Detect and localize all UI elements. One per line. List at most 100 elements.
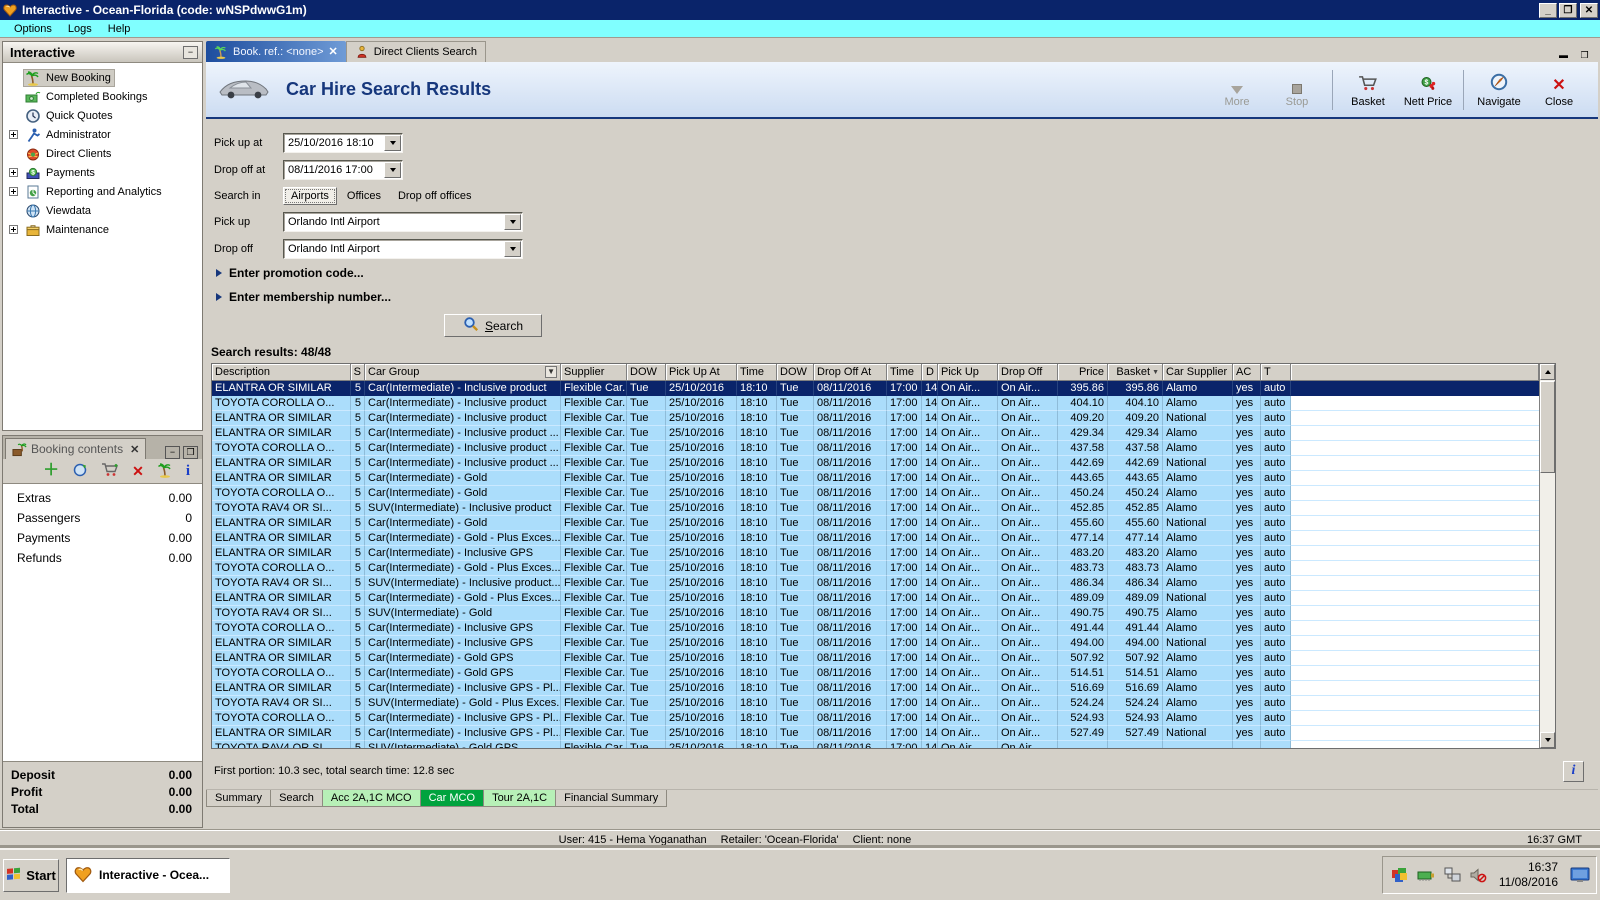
- table-row[interactable]: ELANTRA OR SIMILAR5Car(Intermediate) - G…: [212, 651, 1539, 666]
- delete-icon[interactable]: ✕: [132, 463, 144, 480]
- pickup-combo[interactable]: Orlando Intl Airport: [283, 212, 523, 232]
- sidebar-item-direct-clients[interactable]: Direct Clients: [3, 144, 202, 163]
- panel-minimize-button[interactable]: −: [165, 446, 180, 459]
- pickup-at-combo[interactable]: 25/10/2016 18:10: [283, 133, 403, 153]
- scroll-up-button[interactable]: [1540, 364, 1555, 380]
- tab-financial-summary[interactable]: Financial Summary: [556, 790, 667, 807]
- column-header-car-supplier[interactable]: Car Supplier: [1163, 364, 1233, 381]
- start-button[interactable]: Start: [3, 859, 59, 892]
- menu-options[interactable]: Options: [6, 22, 60, 36]
- tab-direct-clients-search[interactable]: Direct Clients Search: [346, 41, 486, 62]
- sidebar-item-payments[interactable]: $Payments: [3, 163, 202, 182]
- sidebar-item-viewdata[interactable]: Viewdata: [3, 201, 202, 220]
- search-button[interactable]: Search: [444, 314, 542, 337]
- taskbar-clock[interactable]: 16:37 11/08/2016: [1495, 860, 1562, 890]
- show-desktop-icon[interactable]: [1570, 866, 1588, 884]
- table-row[interactable]: TOYOTA RAV4 OR SI...5SUV(Intermediate) -…: [212, 696, 1539, 711]
- list-item[interactable]: Payments0.00: [3, 528, 202, 548]
- expand-icon[interactable]: [9, 168, 18, 177]
- column-header-supplier[interactable]: Supplier: [561, 364, 627, 381]
- scroll-down-button[interactable]: [1540, 732, 1555, 748]
- info-button[interactable]: i: [1563, 761, 1584, 782]
- panel-maximize-button[interactable]: ❒: [183, 446, 198, 459]
- area-maximize-button[interactable]: ❒: [1577, 49, 1592, 62]
- column-header-drop-off[interactable]: Drop Off: [998, 364, 1058, 381]
- list-item[interactable]: Passengers0: [3, 508, 202, 528]
- tab-booking-ref[interactable]: Book. ref.: <none> ✕: [206, 41, 346, 62]
- dropdown-arrow-icon[interactable]: [504, 214, 521, 230]
- table-row[interactable]: TOYOTA COROLLA O...5Car(Intermediate) - …: [212, 621, 1539, 636]
- minimize-button[interactable]: _: [1539, 3, 1557, 18]
- table-row[interactable]: ELANTRA OR SIMILAR5Car(Intermediate) - G…: [212, 531, 1539, 546]
- network-status-tray-icon[interactable]: [1443, 866, 1461, 884]
- segment-airports[interactable]: Airports: [283, 187, 337, 205]
- column-header-d[interactable]: D: [922, 364, 938, 381]
- dropdown-arrow-icon[interactable]: [384, 135, 401, 151]
- table-row[interactable]: ELANTRA OR SIMILAR5Car(Intermediate) - G…: [212, 516, 1539, 531]
- tab-acc-mco[interactable]: Acc 2A,1C MCO: [323, 790, 421, 807]
- dropdown-arrow-icon[interactable]: [504, 241, 521, 257]
- navigate-button[interactable]: Navigate: [1470, 71, 1528, 110]
- basket-button[interactable]: Basket: [1339, 73, 1397, 110]
- table-row[interactable]: TOYOTA RAV4 OR SI...5SUV(Intermediate) -…: [212, 501, 1539, 516]
- column-header-description[interactable]: Description: [212, 364, 351, 381]
- sidebar-item-reporting-analytics[interactable]: Reporting and Analytics: [3, 182, 202, 201]
- membership-number-expander[interactable]: Enter membership number...: [216, 290, 1598, 304]
- add-to-basket-icon[interactable]: [101, 462, 119, 480]
- table-row[interactable]: TOYOTA COROLLA O...5Car(Intermediate) - …: [212, 486, 1539, 501]
- restore-button[interactable]: ❐: [1559, 3, 1577, 18]
- volume-muted-tray-icon[interactable]: [1469, 866, 1487, 884]
- menu-help[interactable]: Help: [100, 22, 139, 36]
- tab-summary[interactable]: Summary: [206, 790, 271, 807]
- column-header-time[interactable]: Time: [887, 364, 922, 381]
- network-card-tray-icon[interactable]: [1417, 866, 1435, 884]
- taskbar-task-interactive[interactable]: Interactive - Ocea...: [66, 858, 230, 893]
- column-header-s[interactable]: S: [351, 364, 365, 381]
- dropoff-combo[interactable]: Orlando Intl Airport: [283, 239, 523, 259]
- list-item[interactable]: Refunds0.00: [3, 548, 202, 568]
- table-row[interactable]: ELANTRA OR SIMILAR5Car(Intermediate) - I…: [212, 381, 1539, 396]
- refresh-icon[interactable]: [72, 462, 88, 481]
- collapse-panel-button[interactable]: −: [183, 46, 198, 59]
- list-item[interactable]: Extras0.00: [3, 488, 202, 508]
- sidebar-item-administrator[interactable]: Administrator: [3, 125, 202, 144]
- sidebar-item-completed-bookings[interactable]: Completed Bookings: [3, 87, 202, 106]
- vertical-scrollbar[interactable]: [1539, 364, 1555, 748]
- info-icon[interactable]: i: [186, 463, 190, 480]
- promotion-code-expander[interactable]: Enter promotion code...: [216, 266, 1598, 280]
- column-header-car-group[interactable]: Car Group▼: [365, 364, 561, 381]
- antivirus-tray-icon[interactable]: [1391, 866, 1409, 884]
- column-header-pick-up[interactable]: Pick Up: [938, 364, 998, 381]
- tab-tour[interactable]: Tour 2A,1C: [484, 790, 556, 807]
- segment-offices[interactable]: Offices: [340, 188, 388, 204]
- expand-icon[interactable]: [9, 130, 18, 139]
- expand-icon[interactable]: [9, 187, 18, 196]
- scroll-thumb[interactable]: [1540, 381, 1555, 473]
- dropdown-arrow-icon[interactable]: [384, 162, 401, 178]
- column-header-dow[interactable]: DOW: [777, 364, 814, 381]
- table-row[interactable]: ELANTRA OR SIMILAR5Car(Intermediate) - I…: [212, 411, 1539, 426]
- column-header-ac[interactable]: AC: [1233, 364, 1261, 381]
- close-button[interactable]: ✕Close: [1530, 76, 1588, 110]
- table-row[interactable]: ELANTRA OR SIMILAR5Car(Intermediate) - G…: [212, 591, 1539, 606]
- table-row[interactable]: ELANTRA OR SIMILAR5Car(Intermediate) - I…: [212, 426, 1539, 441]
- area-minimize-button[interactable]: ▬: [1556, 49, 1571, 62]
- table-row[interactable]: TOYOTA COROLLA O...5Car(Intermediate) - …: [212, 561, 1539, 576]
- table-row[interactable]: ELANTRA OR SIMILAR5Car(Intermediate) - I…: [212, 636, 1539, 651]
- sidebar-item-new-booking[interactable]: New Booking: [3, 68, 202, 87]
- table-row[interactable]: TOYOTA RAV4 OR SI...5SUV(Intermediate) -…: [212, 606, 1539, 621]
- sidebar-item-maintenance[interactable]: Maintenance: [3, 220, 202, 239]
- menu-logs[interactable]: Logs: [60, 22, 100, 36]
- table-row[interactable]: TOYOTA RAV4 OR SI...5SUV(Intermediate) -…: [212, 741, 1539, 748]
- table-row[interactable]: TOYOTA COROLLA O...5Car(Intermediate) - …: [212, 666, 1539, 681]
- table-row[interactable]: ELANTRA OR SIMILAR5Car(Intermediate) - I…: [212, 546, 1539, 561]
- column-header-pick-up-at[interactable]: Pick Up At: [666, 364, 737, 381]
- nett-price-button[interactable]: $Nett Price: [1399, 73, 1457, 110]
- table-row[interactable]: ELANTRA OR SIMILAR5Car(Intermediate) - G…: [212, 471, 1539, 486]
- table-row[interactable]: TOYOTA COROLLA O...5Car(Intermediate) - …: [212, 441, 1539, 456]
- column-header-price[interactable]: Price: [1058, 364, 1108, 381]
- add-item-icon[interactable]: ＋: [43, 464, 59, 478]
- tab-search[interactable]: Search: [271, 790, 323, 807]
- column-header-t[interactable]: T: [1261, 364, 1291, 381]
- close-button[interactable]: ✕: [1580, 3, 1598, 18]
